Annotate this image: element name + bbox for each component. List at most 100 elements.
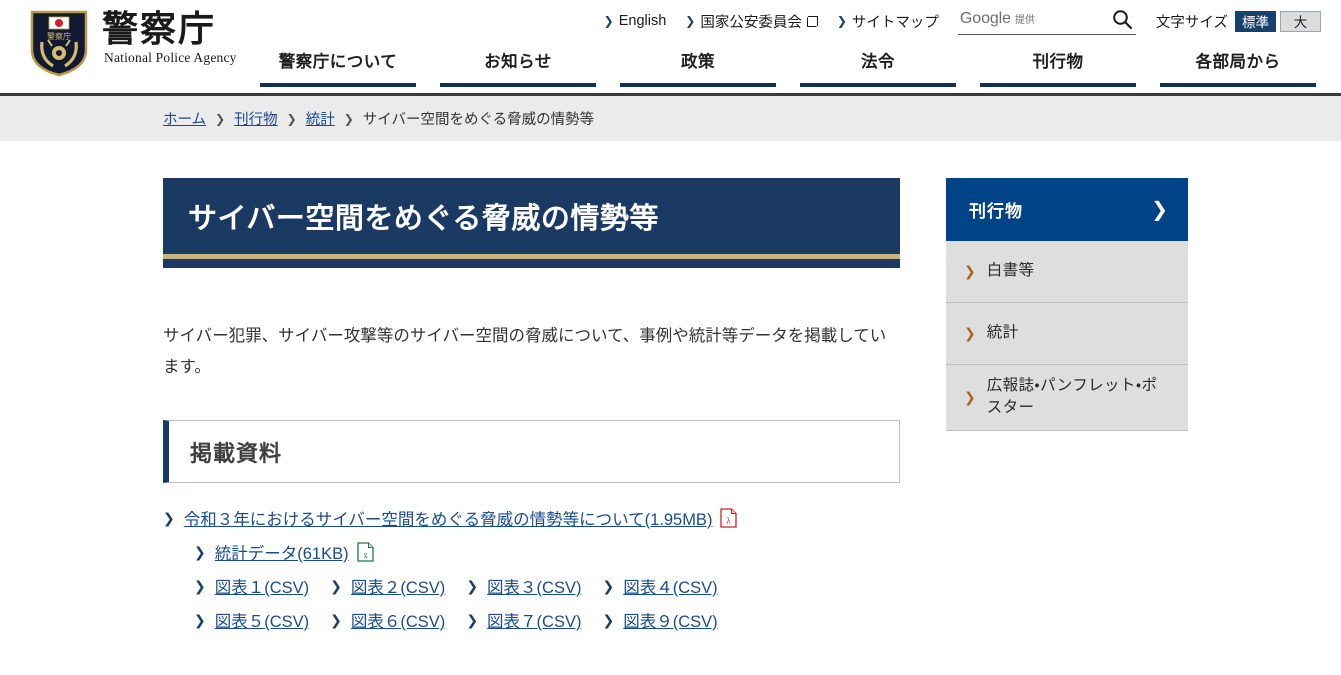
sidebar-item-label: 広報誌・パンフレット・ポスター: [986, 377, 1158, 417]
breadcrumb-item-statistics[interactable]: 統計: [306, 108, 335, 129]
chevron-right-icon: ❯: [194, 578, 206, 595]
utility-link-public-safety-commission[interactable]: ❯ 国家公安委員会: [685, 11, 818, 32]
search-button[interactable]: [1110, 8, 1134, 32]
chevron-right-icon: ❯: [964, 263, 976, 279]
nav-item-label: 法令: [861, 53, 895, 71]
svg-text:警察庁: 警察庁: [47, 31, 71, 41]
csv-link-6[interactable]: 図表６(CSV): [351, 608, 445, 632]
chevron-right-icon: ❯: [685, 14, 696, 28]
nav-underline: [440, 83, 596, 87]
chevron-right-icon: ❯: [603, 14, 614, 28]
chevron-right-icon: ❯: [964, 325, 976, 341]
document-link-list: ❯ 令和３年におけるサイバー空間をめぐる脅威の情勢等について(1.95MB) λ…: [163, 506, 900, 632]
breadcrumb-item-publications[interactable]: 刊行物: [234, 108, 278, 129]
chevron-right-icon: ❯: [836, 14, 847, 28]
sidebar-header-label: 刊行物: [969, 202, 1023, 221]
chevron-right-icon: ❯: [194, 612, 206, 629]
chevron-right-icon: ❯: [602, 612, 615, 629]
search-input[interactable]: [957, 8, 1098, 33]
section-heading: 掲載資料: [190, 440, 283, 466]
sidebar-item-whitepapers[interactable]: ❯ 白書等: [946, 241, 1188, 303]
site-logo[interactable]: 警察庁 警察庁 National Police Agency: [26, 6, 237, 78]
nav-underline: [980, 83, 1136, 87]
csv-links-group: ❯ 図表１(CSV) ❯ 図表２(CSV) ❯ 図表３(CSV) ❯ 図表４(C…: [194, 574, 718, 598]
sidebar-item-statistics[interactable]: ❯ 統計: [946, 303, 1188, 365]
csv-link-2[interactable]: 図表２(CSV): [351, 574, 445, 598]
sidebar-header-publications[interactable]: 刊行物 ❯: [946, 178, 1188, 241]
sidebar-item-pr-magazines[interactable]: ❯ 広報誌・パンフレット・ポスター: [946, 365, 1188, 431]
nav-item-news[interactable]: お知らせ: [428, 43, 608, 93]
list-item: ❯ 図表２(CSV): [330, 574, 445, 598]
utility-link-english[interactable]: ❯ English: [604, 13, 667, 29]
list-item: ❯ 令和３年におけるサイバー空間をめぐる脅威の情勢等について(1.95MB) λ: [163, 506, 900, 530]
chevron-right-icon: ❯: [602, 578, 615, 595]
page-title-banner: サイバー空間をめぐる脅威の情勢等: [163, 178, 900, 268]
main-content: サイバー空間をめぐる脅威の情勢等 サイバー犯罪、サイバー攻撃等のサイバー空間の脅…: [163, 141, 900, 642]
list-item: ❯ 図表１(CSV): [194, 574, 309, 598]
nav-item-departments[interactable]: 各部局から: [1148, 43, 1328, 93]
list-item: ❯ 図表７(CSV): [466, 608, 581, 632]
csv-link-1[interactable]: 図表１(CSV): [215, 574, 309, 598]
utility-link-sitemap[interactable]: ❯ サイトマップ: [837, 11, 939, 32]
list-item: ❯ 図表３(CSV): [466, 574, 581, 598]
title-gold-stripe: [163, 254, 900, 259]
csv-link-7[interactable]: 図表７(CSV): [487, 608, 581, 632]
csv-link-3[interactable]: 図表３(CSV): [487, 574, 581, 598]
breadcrumb-separator-icon: ❯: [286, 111, 297, 126]
nav-underline: [260, 83, 416, 87]
page-description: サイバー犯罪、サイバー攻撃等のサイバー空間の脅威について、事例や統計等データを掲…: [163, 327, 887, 376]
csv-link-9[interactable]: 図表９(CSV): [623, 608, 717, 632]
police-emblem-icon: 警察庁: [26, 6, 92, 78]
excel-icon: x: [356, 542, 374, 562]
nav-item-label: 各部局から: [1195, 53, 1281, 71]
nav-item-publications[interactable]: 刊行物: [968, 43, 1148, 93]
csv-link-5[interactable]: 図表５(CSV): [215, 608, 309, 632]
breadcrumb-separator-icon: ❯: [343, 111, 354, 126]
nav-underline: [1160, 83, 1316, 87]
pdf-document-link[interactable]: 令和３年におけるサイバー空間をめぐる脅威の情勢等について(1.95MB): [184, 506, 713, 530]
search-icon: [1113, 10, 1133, 30]
chevron-right-icon: ❯: [466, 612, 479, 629]
list-item: ❯ 図表４(CSV): [602, 574, 717, 598]
nav-underline: [620, 83, 776, 87]
breadcrumb-item-home[interactable]: ホーム: [163, 108, 206, 129]
utility-link-label: English: [618, 13, 667, 29]
list-item: ❯ 図表６(CSV): [330, 608, 445, 632]
nav-item-label: お知らせ: [484, 53, 552, 71]
sidebar-item-label: 白書等: [986, 262, 1035, 280]
csv-link-row: ❯ 図表１(CSV) ❯ 図表２(CSV) ❯ 図表３(CSV) ❯ 図表４(C…: [163, 574, 900, 598]
csv-links-group: ❯ 図表５(CSV) ❯ 図表６(CSV) ❯ 図表７(CSV) ❯ 図表９(C…: [194, 608, 718, 632]
breadcrumb-item-current: サイバー空間をめぐる脅威の情勢等: [362, 112, 595, 128]
logo-subtitle: National Police Agency: [104, 50, 237, 66]
nav-underline: [800, 83, 956, 87]
font-size-large-button[interactable]: 大: [1280, 10, 1321, 32]
chevron-right-icon: ❯: [163, 510, 175, 527]
nav-item-label: 政策: [681, 53, 715, 71]
nav-item-label: 刊行物: [1032, 53, 1084, 71]
csv-link-4[interactable]: 図表４(CSV): [623, 574, 717, 598]
nav-item-about[interactable]: 警察庁について: [248, 43, 428, 93]
global-navigation: 警察庁について お知らせ 政策 法令 刊行物 各部局から: [248, 43, 1328, 93]
csv-link-row: ❯ 図表５(CSV) ❯ 図表６(CSV) ❯ 図表７(CSV) ❯ 図表９(C…: [163, 608, 900, 632]
breadcrumb-separator-icon: ❯: [215, 111, 226, 126]
font-size-standard-button[interactable]: 標準: [1235, 10, 1276, 32]
chevron-right-icon: ❯: [330, 578, 342, 595]
sidebar-item-label: 統計: [986, 324, 1019, 342]
nav-item-label: 警察庁について: [278, 53, 398, 71]
pdf-icon: λ: [720, 508, 738, 528]
list-item: ❯ 図表５(CSV): [194, 608, 309, 632]
utility-link-label: サイトマップ: [851, 14, 939, 31]
search-box: Google 提供: [957, 7, 1136, 35]
list-item: ❯ 統計データ(61KB) x: [163, 540, 900, 564]
external-link-icon: [806, 15, 818, 27]
nav-item-policy[interactable]: 政策: [608, 43, 788, 93]
utility-link-label: 国家公安委員会: [700, 14, 802, 31]
font-size-control: 文字サイズ 標準 大: [1155, 10, 1325, 32]
page-title: サイバー空間をめぐる脅威の情勢等: [188, 203, 659, 235]
chevron-right-icon: ❯: [1151, 198, 1168, 221]
nav-item-laws[interactable]: 法令: [788, 43, 968, 93]
svg-text:λ: λ: [727, 516, 732, 526]
excel-document-link[interactable]: 統計データ(61KB): [215, 540, 349, 564]
font-size-label: 文字サイズ: [1155, 14, 1228, 31]
page-body: サイバー空間をめぐる脅威の情勢等 サイバー犯罪、サイバー攻撃等のサイバー空間の脅…: [0, 141, 1341, 642]
